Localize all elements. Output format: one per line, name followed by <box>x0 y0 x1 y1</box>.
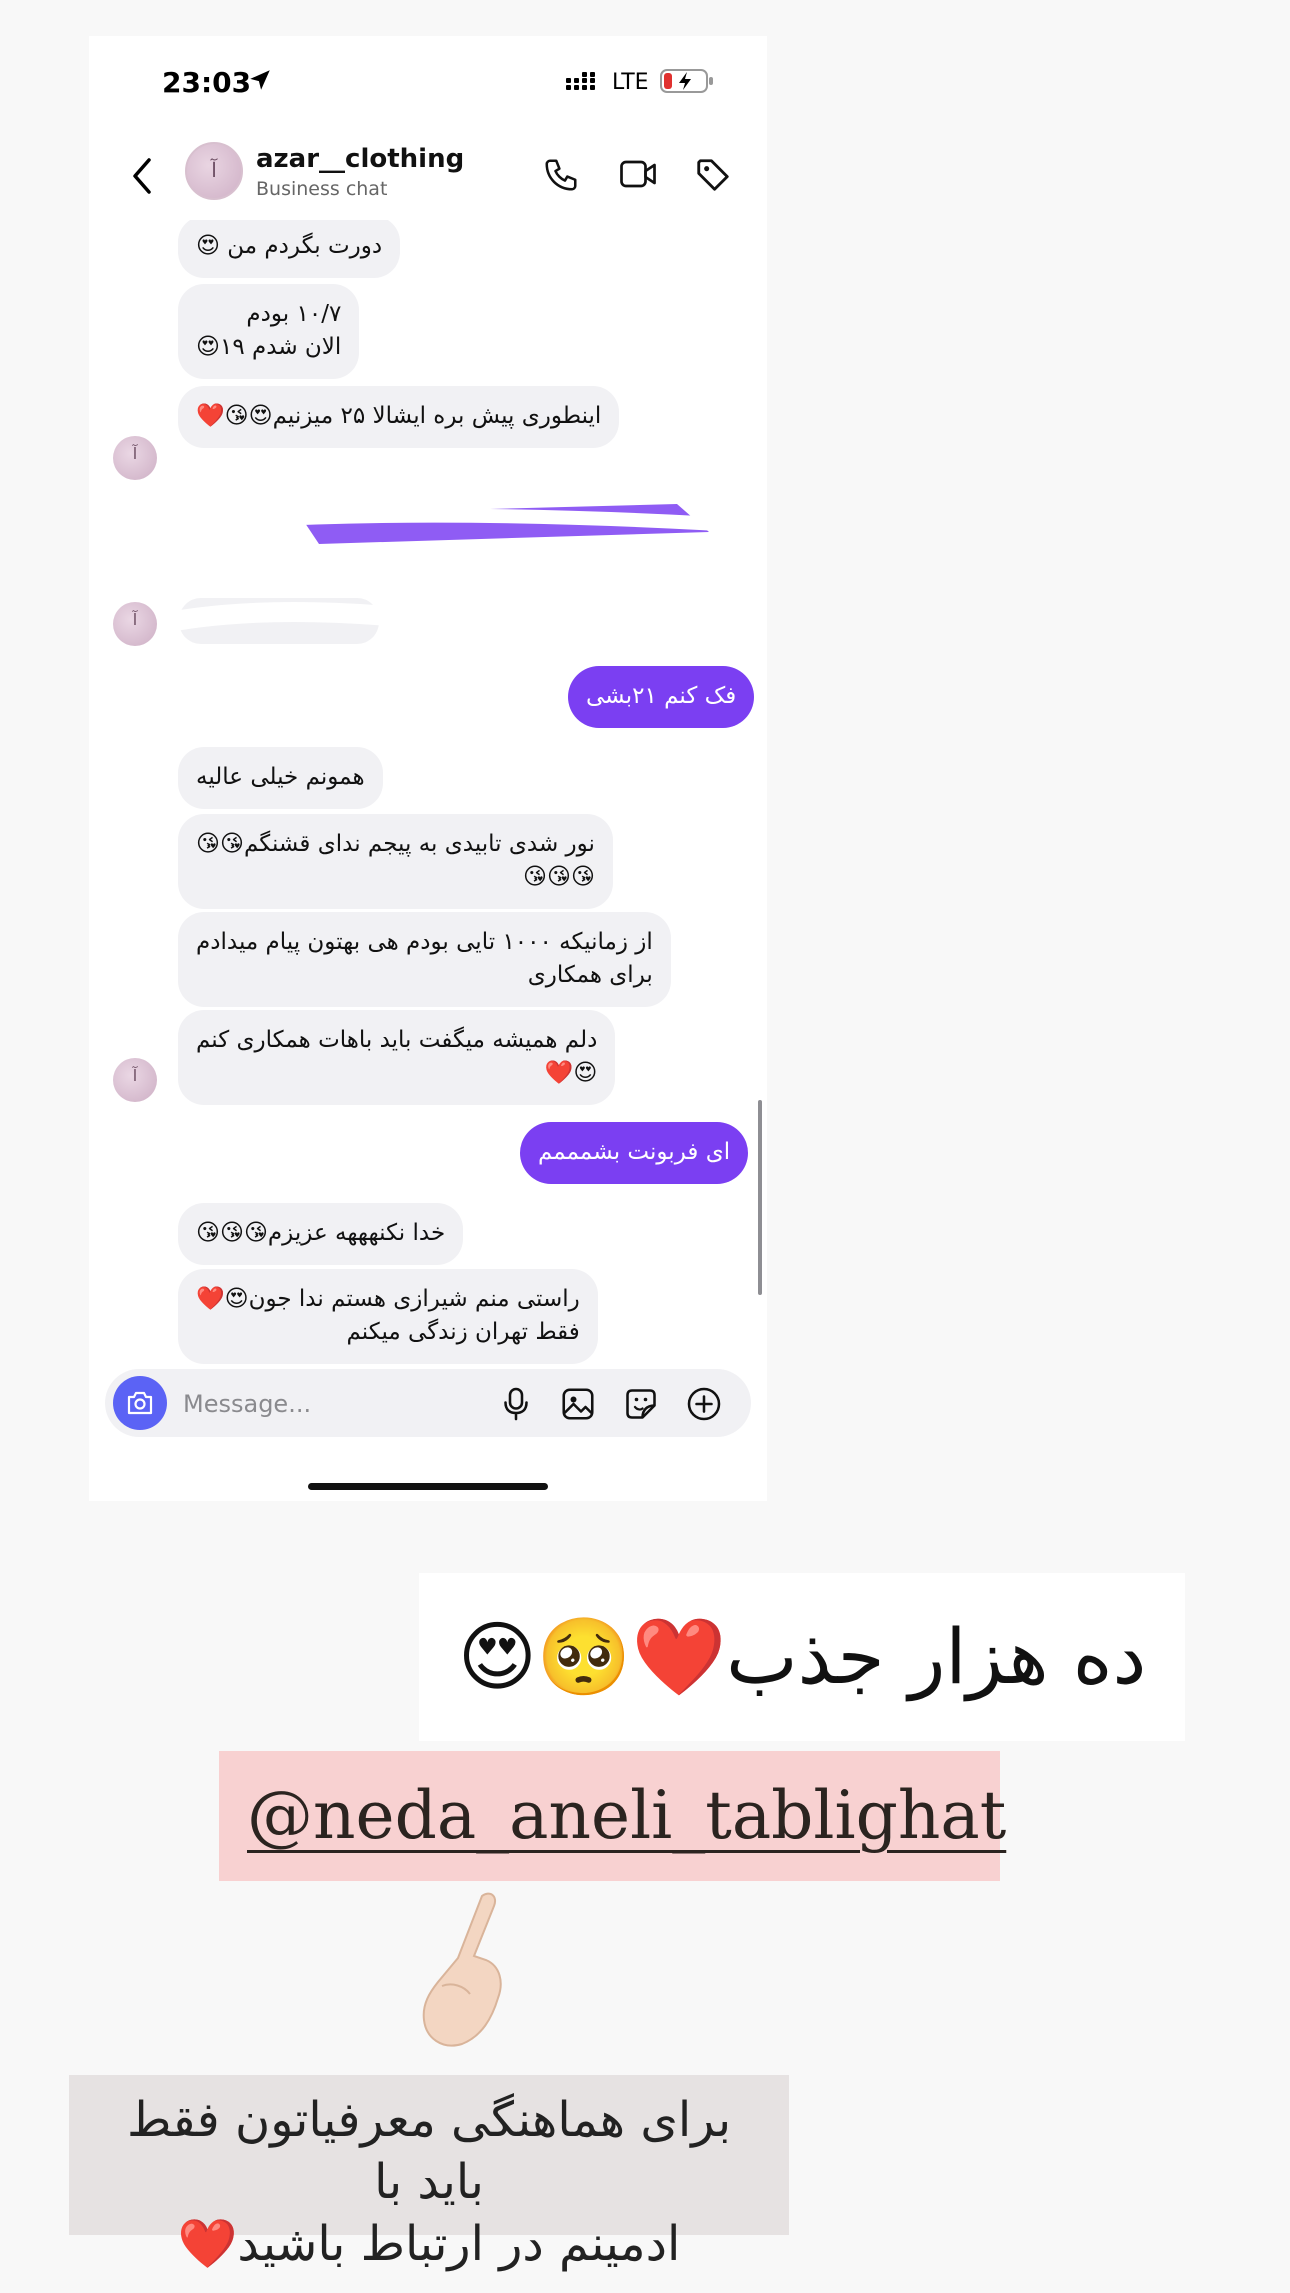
video-icon[interactable] <box>618 156 658 192</box>
status-bar: 23:03 LTE <box>89 36 767 128</box>
phone-icon[interactable] <box>542 156 580 194</box>
footer-caption: برای هماهنگی معرفیاتون فقط باید با ادمین… <box>69 2075 789 2272</box>
chat-screenshot: 23:03 LTE آ azar__clothing Business chat <box>89 36 767 1501</box>
chat-header: آ azar__clothing Business chat <box>89 136 767 216</box>
message-bubble[interactable]: نور شدی تابیدی به پیجم ندای قشنگم😘😘 😘😘😘 <box>178 814 613 909</box>
sticker-icon[interactable] <box>623 1386 659 1422</box>
tag-icon[interactable] <box>694 156 732 194</box>
handle-caption: @neda_aneli_tablighat <box>219 1751 1006 1881</box>
signal-icon <box>566 72 595 90</box>
redaction-scribble <box>159 598 459 644</box>
pointing-hand-icon <box>422 1892 502 2047</box>
network-label: LTE <box>612 70 649 95</box>
message-bubble[interactable]: راستی منم شیرازی هستم ندا جون😍❤️ فقط تهر… <box>178 1269 598 1364</box>
handle-mention-link[interactable]: @neda_aneli_tablighat <box>247 1777 1006 1854</box>
message-bubble[interactable]: ۱۰/۷ بودم الان شدم ۱۹😍 <box>178 284 360 379</box>
headline-caption: ده هزار جذب❤️🥺😍 <box>419 1573 1185 1741</box>
sender-avatar <box>113 1058 157 1102</box>
message-bubble[interactable]: اینطوری پیش بره ایشالا ۲۵ میزنیم😍😘❤️ <box>178 386 620 448</box>
headline-text: ده هزار جذب❤️🥺😍 <box>457 1612 1147 1701</box>
scrollbar[interactable] <box>758 1100 762 1295</box>
contact-name[interactable]: azar__clothing <box>256 144 464 174</box>
status-time: 23:03 <box>162 66 252 99</box>
camera-button[interactable] <box>113 1376 167 1430</box>
message-bubble[interactable]: خدا نکنهههه عزیزم😘😘😘 <box>178 1203 464 1265</box>
home-indicator[interactable] <box>308 1483 548 1490</box>
avatar[interactable]: آ <box>185 142 243 200</box>
gallery-icon[interactable] <box>560 1386 596 1422</box>
plus-icon[interactable] <box>686 1386 722 1422</box>
camera-icon <box>127 1391 153 1415</box>
message-bubble[interactable]: دلم همیشه میگفت باید باهات همکاری کنم 😍❤… <box>178 1010 616 1105</box>
sender-avatar <box>113 602 157 646</box>
message-list[interactable]: دورت بگردم من 😍 ۱۰/۷ بودم الان شدم ۱۹😍 ا… <box>89 220 767 1370</box>
message-bubble[interactable]: دورت بگردم من 😍 <box>178 220 401 278</box>
contact-subtitle: Business chat <box>256 178 388 200</box>
message-bubble[interactable]: همونم خیلی عالیه <box>178 747 383 809</box>
battery-icon <box>660 69 713 93</box>
message-bubble-outgoing[interactable]: ای فربونت بشمممم <box>520 1122 749 1184</box>
message-input[interactable] <box>181 1383 435 1425</box>
message-composer <box>105 1369 751 1437</box>
message-bubble-outgoing[interactable]: فک کنم ۲۱بشی <box>568 666 755 728</box>
redaction-scribble <box>89 491 767 544</box>
back-chevron-icon[interactable] <box>129 156 155 196</box>
message-bubble[interactable]: از زمانیکه ۱۰۰۰ تایی بودم هی بهتون پیام … <box>178 912 671 1007</box>
footer-text: برای هماهنگی معرفیاتون فقط باید با ادمین… <box>126 2092 732 2272</box>
microphone-icon[interactable] <box>498 1386 534 1422</box>
sender-avatar <box>113 436 157 480</box>
location-arrow-icon <box>250 70 270 90</box>
